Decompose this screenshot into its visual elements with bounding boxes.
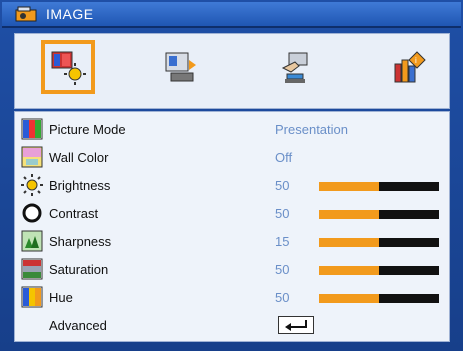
menu-item-picture-mode[interactable]: Picture Mode Presentation (15, 116, 449, 142)
tab-image[interactable] (41, 40, 95, 94)
menu-item-value: 15 (275, 234, 290, 249)
tab-display[interactable] (155, 42, 207, 94)
picture-mode-icon (21, 118, 43, 140)
slider-fill (319, 182, 379, 191)
menu-item-label: Brightness (49, 178, 111, 193)
settings-panel: Picture Mode Presentation Wall Color Off (14, 111, 450, 342)
svg-text:i: i (415, 56, 417, 65)
sharpness-slider[interactable] (319, 238, 439, 247)
menu-item-value: 50 (275, 290, 290, 305)
osd-menu-window: IMAGE i Picture Mode Presentation Wall C… (0, 0, 463, 351)
slider-fill (319, 210, 379, 219)
brightness-sun-icon (21, 174, 43, 196)
contrast-slider[interactable] (319, 210, 439, 219)
slider-fill (319, 294, 379, 303)
menu-item-hue[interactable]: Hue 50 (15, 284, 449, 310)
menu-item-label: Sharpness (49, 234, 112, 249)
title-bar: IMAGE (2, 2, 461, 28)
menu-item-label: Advanced (49, 318, 107, 333)
hue-slider[interactable] (319, 294, 439, 303)
menu-item-label: Contrast (49, 206, 99, 221)
menu-item-saturation[interactable]: Saturation 50 (15, 256, 449, 282)
menu-item-label: Hue (49, 290, 73, 305)
saturation-icon (21, 258, 43, 280)
projector-icon (15, 5, 41, 23)
menu-item-sharpness[interactable]: Sharpness 15 (15, 228, 449, 254)
page-title: IMAGE (46, 6, 94, 22)
tab-options[interactable]: i (383, 42, 435, 94)
wall-color-icon (21, 146, 43, 168)
tab-bar: i (14, 33, 450, 109)
hue-icon (21, 286, 43, 308)
sharpness-icon (21, 230, 43, 252)
brightness-slider[interactable] (319, 182, 439, 191)
menu-item-wall-color[interactable]: Wall Color Off (15, 144, 449, 170)
menu-item-label: Picture Mode (49, 122, 126, 137)
menu-item-value: 50 (275, 262, 290, 277)
menu-item-label: Wall Color (49, 150, 109, 165)
slider-fill (319, 266, 379, 275)
menu-item-label: Saturation (49, 262, 109, 277)
slider-fill (319, 238, 379, 247)
menu-item-contrast[interactable]: Contrast 50 (15, 200, 449, 226)
menu-item-brightness[interactable]: Brightness 50 (15, 172, 449, 198)
menu-item-value: Off (275, 150, 293, 165)
saturation-slider[interactable] (319, 266, 439, 275)
menu-item-value: 50 (275, 178, 290, 193)
contrast-circle-icon (21, 202, 43, 224)
enter-arrow-icon (279, 320, 313, 337)
tab-setup[interactable] (269, 42, 321, 94)
advanced-enter-button[interactable] (278, 316, 314, 334)
menu-item-value: Presentation (275, 122, 348, 137)
menu-item-advanced[interactable]: Advanced (15, 312, 449, 338)
menu-item-value: 50 (275, 206, 290, 221)
